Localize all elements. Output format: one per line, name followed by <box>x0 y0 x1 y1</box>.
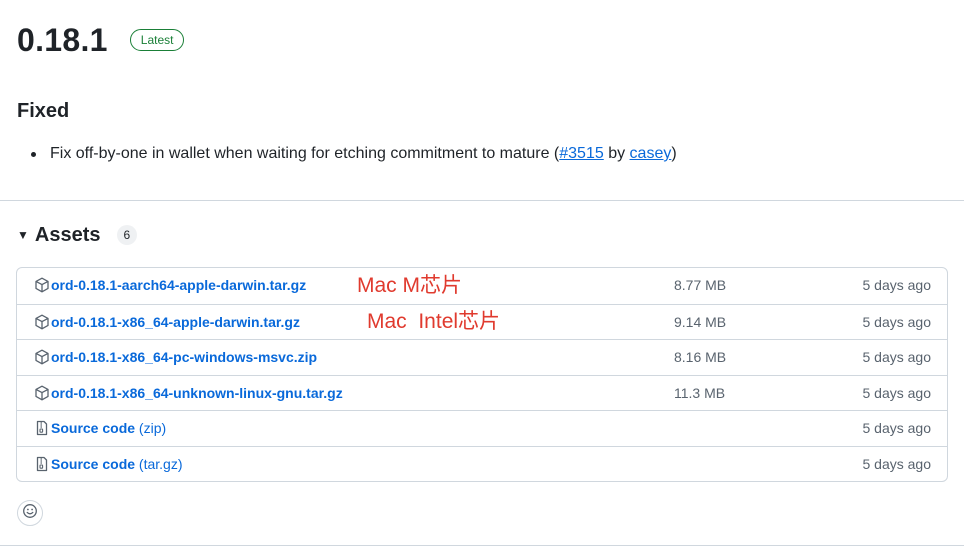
asset-name: ord-0.18.1-x86_64-pc-windows-msvc.zip <box>51 349 318 365</box>
asset-name: Source code <box>51 455 136 472</box>
asset-link[interactable]: ord-0.18.1-x86_64-pc-windows-msvc.zip <box>51 340 317 374</box>
assets-count-badge: 6 <box>116 225 138 245</box>
package-icon <box>34 385 50 401</box>
asset-date: 5 days ago <box>862 420 932 436</box>
asset-size: 8.16 MB <box>674 349 727 365</box>
asset-name: ord-0.18.1-aarch64-apple-darwin.tar.gz <box>51 277 307 293</box>
pr-link[interactable]: #3515 <box>559 145 604 162</box>
asset-date: 5 days ago <box>862 277 932 293</box>
file-zip-icon <box>34 420 50 436</box>
asset-name: Source code <box>51 420 136 436</box>
asset-date: 5 days ago <box>862 455 932 472</box>
asset-date: 5 days ago <box>862 384 932 401</box>
asset-size: 8.77 MB <box>674 277 727 293</box>
asset-link[interactable]: ord-0.18.1-x86_64-apple-darwin.tar.gz <box>51 305 300 339</box>
annotation-mac-intel: Mac Intel芯片 <box>367 310 501 333</box>
bottom-divider <box>0 545 964 546</box>
asset-date: 5 days ago <box>862 349 932 365</box>
bullet-icon <box>31 151 36 157</box>
caret-down-icon: ▼ <box>17 228 29 242</box>
smiley-icon <box>22 503 38 524</box>
asset-name: ord-0.18.1-x86_64-unknown-linux-gnu.tar.… <box>51 384 343 401</box>
section-divider <box>0 200 964 201</box>
release-note-item: Fix off-by-one in wallet when waiting fo… <box>31 142 677 166</box>
asset-link[interactable]: ord-0.18.1-aarch64-apple-darwin.tar.gz <box>51 268 306 302</box>
source-code-link[interactable]: Source code (tar.gz) <box>51 447 183 481</box>
asset-row: ord-0.18.1-aarch64-apple-darwin.tar.gz 8… <box>17 268 947 304</box>
asset-ext: (zip) <box>135 420 167 436</box>
author-link[interactable]: casey <box>630 145 672 162</box>
asset-row: Source code (zip) 5 days ago <box>17 410 947 446</box>
asset-size: 9.14 MB <box>674 313 727 330</box>
asset-size: 11.3 MB <box>674 384 726 401</box>
release-page: 0.18.1 Latest Fixed Fix off-by-one in wa… <box>0 0 964 550</box>
package-icon <box>34 314 50 330</box>
asset-name: ord-0.18.1-x86_64-apple-darwin.tar.gz <box>51 313 300 330</box>
note-by: by <box>603 145 630 162</box>
release-header: 0.18.1 Latest <box>17 20 185 60</box>
assets-list: ord-0.18.1-aarch64-apple-darwin.tar.gz 8… <box>16 267 948 482</box>
package-icon <box>34 349 50 365</box>
release-version[interactable]: 0.18.1 <box>17 20 108 60</box>
source-code-link[interactable]: Source code (zip) <box>51 411 166 445</box>
note-text: Fix off-by-one in wallet when waiting fo… <box>50 142 677 166</box>
fixed-heading: Fixed <box>17 100 70 122</box>
asset-ext: (tar.gz) <box>135 455 183 472</box>
assets-toggle[interactable]: ▼ Assets 6 <box>17 222 138 248</box>
file-zip-icon <box>34 456 50 472</box>
note-close: ) <box>671 145 677 162</box>
asset-row: Source code (tar.gz) 5 days ago <box>17 445 947 482</box>
package-icon <box>34 277 50 293</box>
assets-heading: Assets <box>34 224 101 246</box>
note-body: Fix off-by-one in wallet when waiting fo… <box>50 145 560 162</box>
latest-badge: Latest <box>129 29 185 51</box>
asset-row: ord-0.18.1-x86_64-pc-windows-msvc.zip 8.… <box>17 339 947 375</box>
annotation-mac-m: Mac M芯片 <box>357 274 462 297</box>
asset-row: ord-0.18.1-x86_64-unknown-linux-gnu.tar.… <box>17 374 947 411</box>
add-reaction-button[interactable] <box>17 500 43 526</box>
asset-date: 5 days ago <box>862 313 932 330</box>
asset-link[interactable]: ord-0.18.1-x86_64-unknown-linux-gnu.tar.… <box>51 376 343 410</box>
